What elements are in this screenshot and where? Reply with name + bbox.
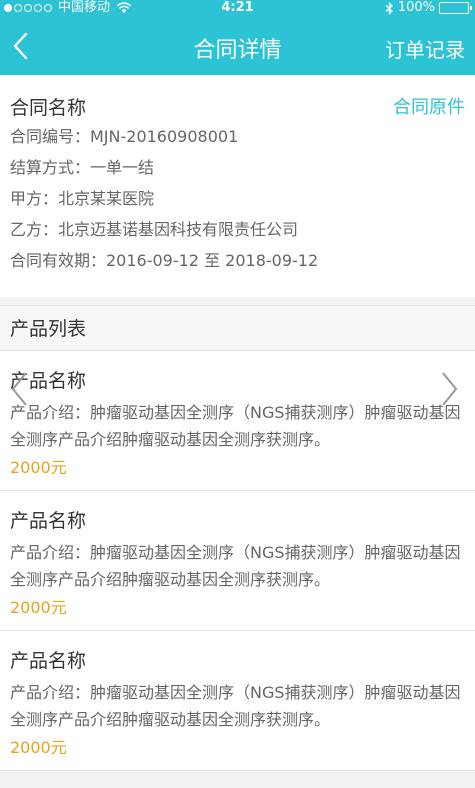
battery-percent: 100% (397, 0, 435, 15)
contract-header: 合同名称 合同原件 (10, 91, 465, 121)
contract-original-link[interactable]: 合同原件 (393, 93, 465, 119)
product-name: 产品名称 (10, 650, 87, 672)
party-a: 甲方：北京某某医院 (10, 189, 155, 208)
nav-bar: 合同详情 订单记录 (0, 20, 475, 75)
product-price: 2000元 (10, 738, 67, 757)
settlement-method: 结算方式：一单一结 (10, 158, 155, 177)
prev-arrow-icon[interactable] (8, 369, 32, 409)
product-description: 产品介绍：肿瘤驱动基因全测序（NGS捕获测序）肿瘤驱动基因全测序产品介绍肿瘤驱动… (10, 683, 461, 729)
product-price: 2000元 (10, 598, 67, 617)
product-price: 2000元 (10, 458, 67, 477)
top-bar: 中国移动 4:21 100% 合同详情 订单记录 (0, 0, 475, 75)
contract-card: 合同名称 合同原件 合同编号：MJN-20160908001 结算方式：一单一结… (0, 75, 475, 297)
product-name: 产品名称 (10, 510, 87, 532)
battery-icon (439, 2, 472, 14)
product-name: 产品名称 (10, 370, 87, 392)
status-bar: 中国移动 4:21 100% (0, 0, 475, 16)
product-description: 产品介绍：肿瘤驱动基因全测序（NGS捕获测序）肿瘤驱动基因全测序产品介绍肿瘤驱动… (10, 543, 461, 589)
product-item[interactable]: 产品名称 产品介绍：肿瘤驱动基因全测序（NGS捕获测序）肿瘤驱动基因全测序产品介… (0, 491, 475, 631)
contract-validity: 合同有效期：2016-09-12 至 2018-09-12 (10, 251, 319, 270)
party-b: 乙方：北京迈基诺基因科技有限责任公司 (10, 220, 299, 239)
order-records-button[interactable]: 订单记录 (385, 34, 465, 63)
product-list-header: 产品列表 (0, 305, 475, 351)
contract-name-label: 合同名称 (10, 96, 87, 119)
next-arrow-icon[interactable] (437, 369, 461, 409)
status-right: 100% (385, 0, 472, 16)
product-description: 产品介绍：肿瘤驱动基因全测序（NGS捕获测序）肿瘤驱动基因全测序产品介绍肿瘤驱动… (10, 403, 461, 449)
bluetooth-icon (385, 1, 393, 15)
contract-number: 合同编号：MJN-20160908001 (10, 127, 239, 146)
product-item[interactable]: 产品名称 产品介绍：肿瘤驱动基因全测序（NGS捕获测序）肿瘤驱动基因全测序产品介… (0, 631, 475, 771)
product-item[interactable]: 产品名称 产品介绍：肿瘤驱动基因全测序（NGS捕获测序）肿瘤驱动基因全测序产品介… (0, 351, 475, 491)
